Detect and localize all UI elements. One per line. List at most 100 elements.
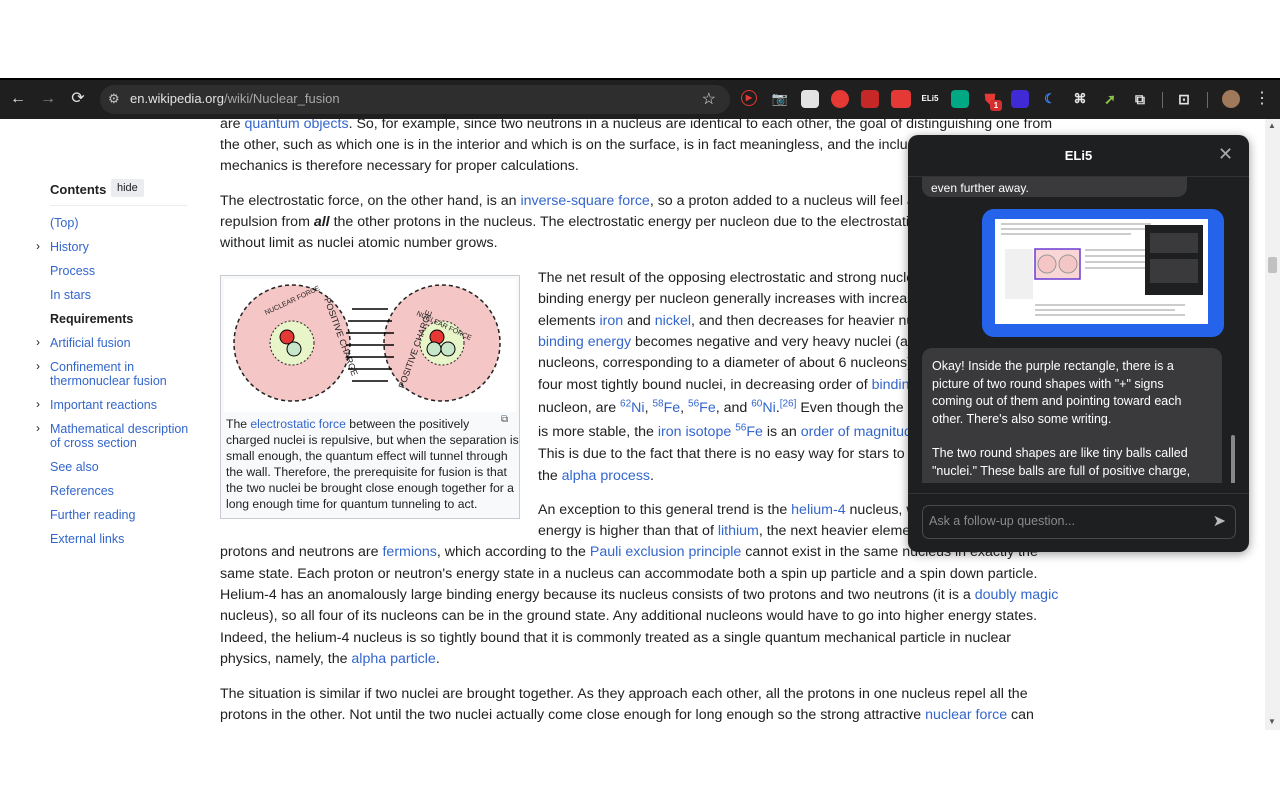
pdf-ext-icon[interactable] xyxy=(861,90,879,108)
text: elements xyxy=(538,313,600,329)
link-inverse-square-force[interactable]: inverse-square force xyxy=(520,193,649,209)
emphasis-text: all xyxy=(313,214,330,230)
toc-item-top[interactable]: (Top) xyxy=(50,216,78,230)
follow-up-input[interactable]: Ask a follow-up question... ➤ xyxy=(922,505,1236,539)
scroll-up-icon[interactable]: ▲ xyxy=(1268,121,1276,130)
toc-item-external-links[interactable]: External links xyxy=(50,532,124,546)
link-fermions[interactable]: fermions xyxy=(382,544,436,560)
toc-hide-button[interactable]: hide xyxy=(111,179,144,197)
text: . xyxy=(435,651,440,667)
nuclei-diagram-svg: NUCLEAR FORCE NUCLEAR FORCE POSITIVE CHA… xyxy=(233,284,501,402)
link-iron[interactable]: iron xyxy=(600,313,624,329)
toc-item-see-also[interactable]: See also xyxy=(50,460,99,474)
link-pauli-exclusion-principle[interactable]: Pauli exclusion principle xyxy=(590,544,741,560)
toc-item-confinement-line1: Confinement in xyxy=(50,360,135,374)
site-info-icon[interactable]: ⚙ xyxy=(108,91,120,107)
chat-messages[interactable]: even further away. Okay! Inside the purp… xyxy=(908,177,1249,483)
text: four most tightly bound nuclei, in decre… xyxy=(538,377,872,393)
chevron-right-icon[interactable]: › xyxy=(36,335,40,349)
article-line: energy is higher than that of lithium, t… xyxy=(538,521,926,542)
cursor-ext-icon[interactable]: ➚ xyxy=(1101,90,1119,108)
scrollbar-thumb[interactable] xyxy=(1268,257,1277,273)
screenshot-ext-icon[interactable] xyxy=(801,90,819,108)
user-screenshot-message[interactable] xyxy=(982,209,1224,337)
link-alpha-process[interactable]: alpha process xyxy=(562,468,650,484)
toc-item-confinement[interactable]: Confinement in thermonuclear fusion xyxy=(50,360,167,388)
link-electrostatic-force[interactable]: electrostatic force xyxy=(250,417,346,431)
toc-title: Contents xyxy=(50,182,107,197)
video-ext-icon[interactable] xyxy=(891,90,911,108)
purple-ext-icon[interactable] xyxy=(1011,90,1029,108)
reply-line: Okay! Inside the purple rectangle, there… xyxy=(932,359,1174,373)
chevron-right-icon[interactable]: › xyxy=(36,421,40,435)
article-line: The situation is similar if two nuclei a… xyxy=(220,686,1028,702)
link-nuclear-force[interactable]: nuclear force xyxy=(925,707,1007,723)
link-lithium[interactable]: lithium xyxy=(718,523,759,539)
page-scrollbar[interactable]: ▲ ▼ xyxy=(1265,119,1280,730)
eli5-ext-icon[interactable]: ELi5 xyxy=(921,90,939,108)
toc-item-requirements[interactable]: Requirements xyxy=(50,312,133,326)
toc-item-important-reactions[interactable]: Important reactions xyxy=(50,398,157,412)
article-line: nucleons, corresponding to a diameter of… xyxy=(538,355,937,371)
link-quantum-objects[interactable]: quantum objects xyxy=(244,119,348,132)
toc-item-in-stars[interactable]: In stars xyxy=(50,288,91,302)
caption-line: small enough, the quantum effect will tu… xyxy=(226,449,508,463)
tab-search-icon[interactable]: ⊡ xyxy=(1175,90,1193,108)
link-alpha-particle[interactable]: alpha particle xyxy=(351,651,435,667)
toc-item-process[interactable]: Process xyxy=(50,264,95,278)
toc-item-artificial-fusion[interactable]: Artificial fusion xyxy=(50,336,131,350)
toc-item-references[interactable]: References xyxy=(50,484,114,498)
address-bar[interactable]: ⚙ en.wikipedia.org/wiki/Nuclear_fusion ☆ xyxy=(100,85,730,114)
text: Helium-4 has an anomalously large bindin… xyxy=(220,587,975,603)
text: , the next heavier element. xyxy=(758,523,927,539)
link-fe56[interactable]: 56Fe xyxy=(688,398,716,416)
link-helium-4[interactable]: helium-4 xyxy=(791,502,845,518)
link-ni60[interactable]: 60Ni xyxy=(751,399,776,416)
green-ext-icon[interactable] xyxy=(951,90,969,108)
kebab-menu-icon[interactable]: ⋮ xyxy=(1249,86,1275,112)
toc-item-further-reading[interactable]: Further reading xyxy=(50,508,135,522)
nuclear-force-diagram[interactable]: NUCLEAR FORCE NUCLEAR FORCE POSITIVE CHA… xyxy=(224,279,516,412)
link-binding-energy[interactable]: binding energy xyxy=(538,334,631,350)
text: are xyxy=(220,119,245,132)
youtube-ext-icon[interactable]: ▶ xyxy=(741,90,757,106)
toc-item-mathematical-description[interactable]: Mathematical description of cross section xyxy=(50,422,188,450)
link-doubly-magic[interactable]: doubly magic xyxy=(975,587,1059,603)
toc-item-history[interactable]: History xyxy=(50,240,89,254)
link-ni62[interactable]: 62Ni xyxy=(620,398,645,416)
avatar[interactable] xyxy=(1222,90,1240,108)
extensions-puzzle-icon[interactable]: ⧉ xyxy=(1131,90,1149,108)
camera-ext-icon[interactable]: 📷 xyxy=(771,90,789,108)
translate-ext-icon[interactable]: ⌘ xyxy=(1071,90,1089,108)
reply-line: other. There's also some writing. xyxy=(932,411,1112,426)
link-fe56-2[interactable]: 56Fe xyxy=(735,423,763,440)
forward-icon[interactable]: → xyxy=(35,86,61,112)
link-fe58[interactable]: 58Fe xyxy=(652,399,680,416)
link-iron-isotope[interactable]: iron isotope xyxy=(658,424,731,440)
toc-item-math-line2: of cross section xyxy=(50,436,137,450)
url-text[interactable]: en.wikipedia.org/wiki/Nuclear_fusion xyxy=(130,91,340,106)
reference-link[interactable]: [26] xyxy=(780,398,797,409)
back-icon[interactable]: ← xyxy=(5,86,31,112)
stop-ext-icon[interactable] xyxy=(831,90,849,108)
caption-line: long enough time for quantum tunneling t… xyxy=(226,497,478,511)
scroll-down-icon[interactable]: ▼ xyxy=(1268,717,1276,726)
superscript: 56 xyxy=(688,398,700,410)
reload-icon[interactable]: ⟳ xyxy=(65,86,91,112)
send-icon[interactable]: ➤ xyxy=(1213,511,1226,531)
text: is more stable, the xyxy=(538,424,658,440)
text: repulsion from xyxy=(220,214,314,230)
close-icon[interactable]: ✕ xyxy=(1218,144,1233,165)
link-nickel[interactable]: nickel xyxy=(655,313,691,329)
chevron-right-icon[interactable]: › xyxy=(36,239,40,253)
moon-ext-icon[interactable]: ☾ xyxy=(1041,90,1059,108)
panel-scrollbar-thumb[interactable] xyxy=(1231,435,1235,483)
superscript: 62 xyxy=(620,398,632,410)
reply-line: picture of two round shapes with "+" sig… xyxy=(932,376,1164,391)
enlarge-icon[interactable]: ⧉ xyxy=(501,414,508,425)
bookmark-star-icon[interactable]: ☆ xyxy=(702,89,716,109)
chevron-right-icon[interactable]: › xyxy=(36,397,40,411)
browser-toolbar: ← → ⟳ ⚙ en.wikipedia.org/wiki/Nuclear_fu… xyxy=(0,78,1280,121)
link-order-of-magnitude[interactable]: order of magnitude xyxy=(801,424,920,440)
chevron-right-icon[interactable]: › xyxy=(36,359,40,373)
